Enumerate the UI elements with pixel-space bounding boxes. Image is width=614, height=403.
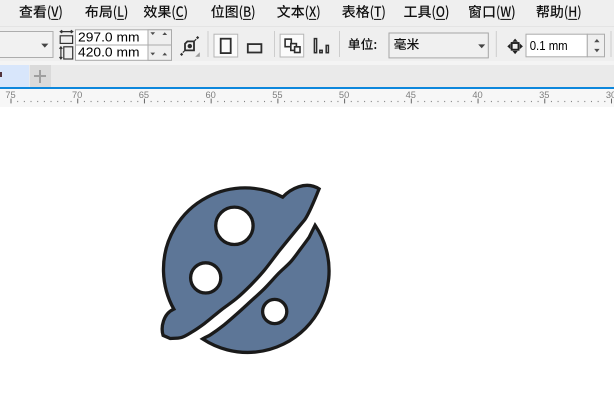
svg-text:35: 35 [539,90,549,100]
svg-text:60: 60 [206,90,216,100]
svg-text:65: 65 [139,90,149,100]
svg-text:297.0 mm: 297.0 mm [78,29,140,44]
svg-text:70: 70 [72,90,82,100]
svg-text:55: 55 [272,90,282,100]
svg-text:30: 30 [606,90,614,100]
svg-text:75: 75 [5,90,15,100]
svg-text:45: 45 [406,90,416,100]
svg-text:50: 50 [339,90,349,100]
svg-text:420.0 mm: 420.0 mm [78,45,140,60]
svg-text:40: 40 [472,90,482,100]
svg-text:0.1 mm: 0.1 mm [530,38,568,53]
